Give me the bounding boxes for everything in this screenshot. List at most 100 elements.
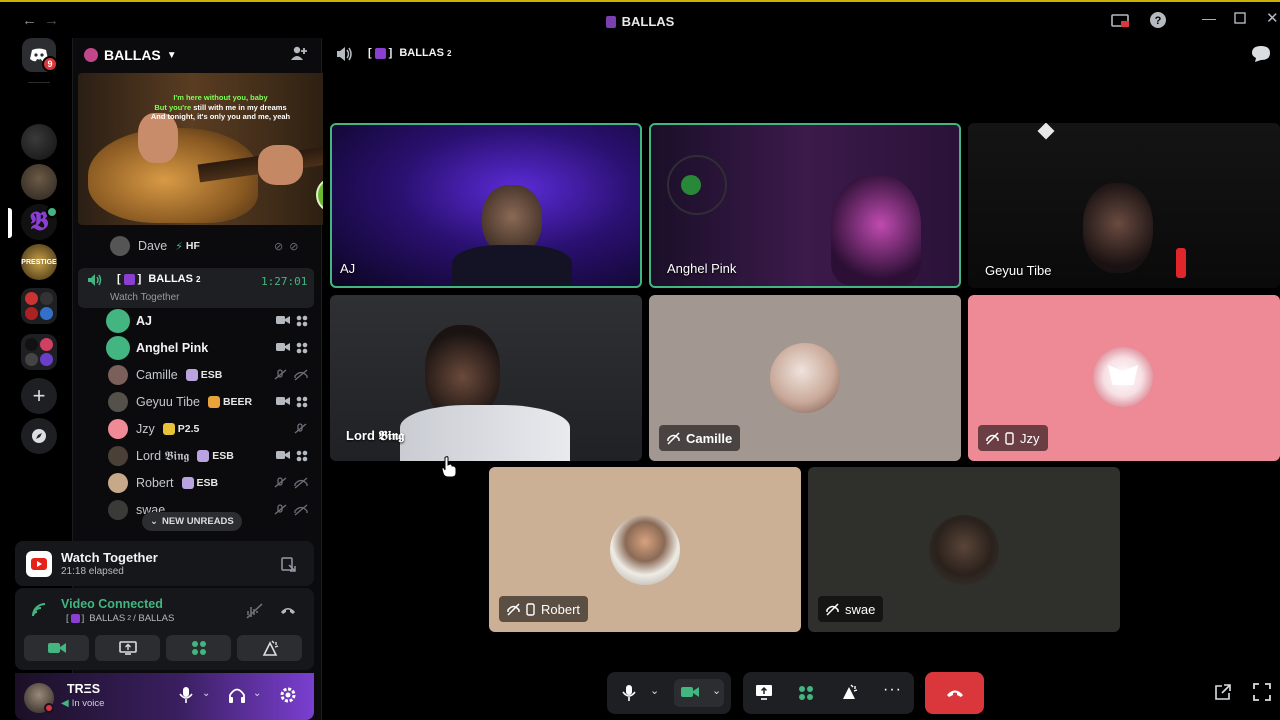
channel-emoji-icon [70,614,80,623]
member-row[interactable]: Jzy P2.5 [108,418,308,440]
member-tag: ESB [197,450,234,462]
folder-server-thumb [40,307,53,320]
video-tile-anghel-pink[interactable]: Anghel Pink [649,123,961,288]
activity-group: ··· [743,672,914,714]
server-folder-1[interactable] [21,288,57,324]
member-row[interactable]: Robert ESB [108,472,308,494]
hand-right [258,145,303,185]
folder-server-thumb [25,292,38,305]
avatar [108,419,128,439]
video-tile-aj[interactable]: AJ [330,123,642,288]
noise-suppression-icon[interactable] [246,603,264,619]
activities-button[interactable] [166,635,231,661]
folder-server-thumb [40,292,53,305]
settings-gear-icon[interactable] [279,686,297,704]
maximize-icon[interactable] [1234,12,1254,32]
lyrics-overlay: I'm here without you, baby But you're st… [78,93,363,122]
channel-header-title: [ ] BALLAS 2 [368,47,452,59]
screen-share-icon[interactable] [1110,11,1130,31]
member-status-icons [276,315,308,327]
soundboard-icon[interactable] [840,684,858,700]
video-tile-robert[interactable]: Robert [489,467,801,632]
popout-icon[interactable] [1214,683,1232,701]
server-avatar-2[interactable] [21,164,57,200]
screen-share-button[interactable] [95,635,160,661]
avatar [108,392,128,412]
leave-activity-icon[interactable] [280,556,296,572]
disconnect-icon[interactable] [280,605,296,615]
member-name: Lord 𝕭𝖎𝖓𝖌 [136,448,190,463]
avatar [108,473,128,493]
connection-channel[interactable]: [ ] BALLAS 2 / BALLAS [66,613,174,624]
tag-emoji-icon [197,450,210,462]
mic-options-chevron-icon[interactable]: ⌄ [202,688,210,699]
lyric-line-1: I'm here without you, baby [173,93,268,102]
prestige-server-icon[interactable]: PRESTIGE [21,244,57,280]
member-name: AJ [136,314,152,328]
member-tag: ESB [181,477,218,489]
speaker-icon [87,273,103,287]
mic-icon[interactable] [622,684,636,702]
robert-avatar [610,515,680,585]
popout-video-player[interactable]: I'm here without you, baby But you're st… [78,73,363,225]
chat-bubble-icon[interactable] [1251,45,1271,63]
help-icon[interactable]: ? [1149,11,1169,31]
ceiling-light [1037,123,1055,140]
server-header[interactable]: BALLAS ▼ [84,45,177,65]
discover-icon[interactable] [21,418,57,454]
mobile-icon [526,602,535,616]
mic-options-chevron-icon[interactable]: ⌄ [650,684,659,697]
channel-emoji-icon [374,47,386,59]
member-row[interactable]: Geyuu Tibe BEER [108,391,308,413]
tag-emoji-icon [162,423,175,435]
activity-panel[interactable] [15,541,314,586]
folder-server-thumb [25,307,38,320]
tile-nameplate: Camille [659,425,741,451]
server-folder-2[interactable] [21,334,57,370]
fullscreen-icon[interactable] [1253,683,1271,701]
member-row[interactable]: Camille ESB [108,364,308,386]
camera-options-chevron-icon[interactable]: ⌄ [712,684,721,697]
tile-nameplate: Robert [499,596,589,622]
svg-text:?: ? [1155,15,1162,27]
invite-icon[interactable] [290,45,308,61]
mobile-icon [1005,431,1014,445]
minimize-icon[interactable]: — [1202,10,1222,30]
member-row[interactable]: Lord 𝕭𝖎𝖓𝖌 ESB [108,445,308,467]
server-icon [605,16,616,28]
member-dave[interactable]: Dave ⚡ HF [110,235,200,257]
member-name: Robert [136,476,174,490]
hang-up-button[interactable] [925,672,984,714]
member-tag: P2.5 [162,423,199,435]
rail-divider [28,82,50,83]
video-tile-jzy[interactable]: Jzy [968,295,1280,461]
audio-options-chevron-icon[interactable]: ⌄ [253,688,261,699]
activities-icon[interactable] [798,685,814,701]
chevron-down-icon: ▼ [166,49,177,61]
deafened-icon [667,431,680,445]
soundboard-button[interactable] [237,635,302,661]
close-icon[interactable]: ✕ [1266,9,1280,29]
video-tile-lord-bing[interactable]: Lord 𝕭𝖎𝖓𝖌 [330,295,642,461]
video-tile-geyuu-tibe[interactable]: Geyuu Tibe [968,123,1280,288]
participant-body [452,245,572,286]
member-row[interactable]: Anghel Pink [108,337,308,359]
voice-activity: Watch Together [110,292,180,303]
new-unreads-pill[interactable]: ⌄ NEW UNREADS [142,512,242,531]
add-server-icon[interactable]: + [21,378,57,414]
headphones-icon[interactable] [228,686,246,704]
more-options-icon[interactable]: ··· [883,681,902,699]
camera-button[interactable] [24,635,89,661]
tile-name: Geyuu Tibe [985,263,1052,278]
swae-avatar [929,515,999,585]
video-tile-swae[interactable]: swae [808,467,1120,632]
server-avatar-1[interactable] [21,124,57,160]
rgb-light [681,175,701,195]
activity-elapsed: 21:18 elapsed [61,566,124,577]
mic-icon[interactable] [178,686,194,704]
tile-name: Lord 𝕭𝖎𝖓𝖌 [346,428,405,443]
screen-share-icon[interactable] [755,684,773,700]
video-tile-camille[interactable]: Camille [649,295,961,461]
avatar [110,236,130,256]
member-row[interactable]: AJ [108,310,308,332]
